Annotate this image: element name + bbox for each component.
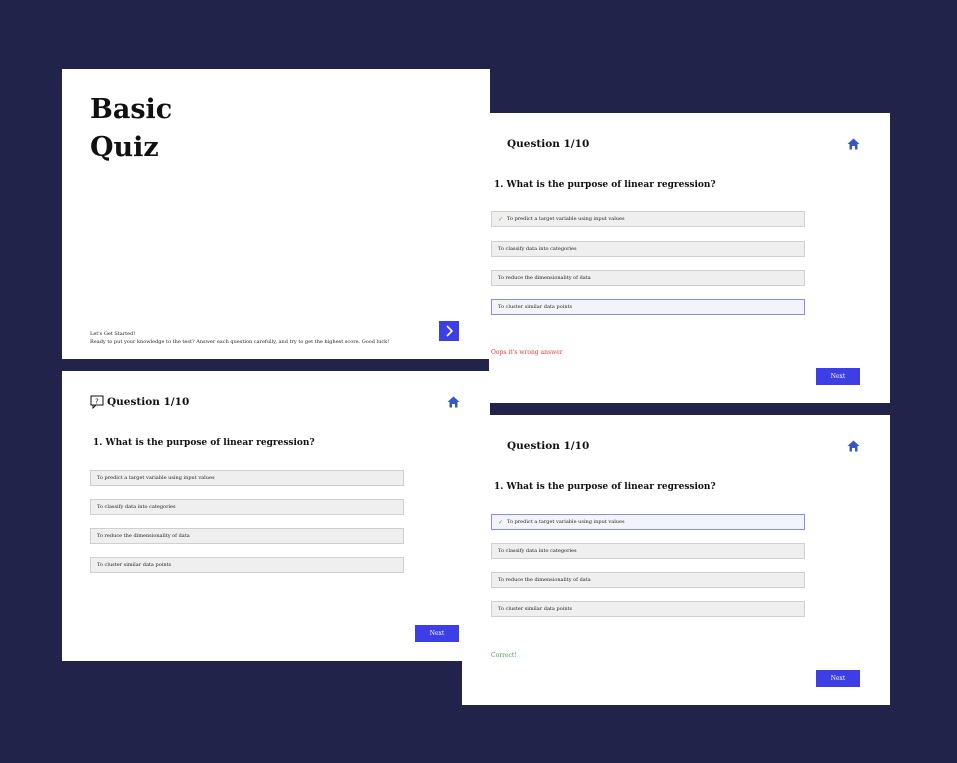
svg-text:?: ? [95,398,99,406]
question-text: 1. What is the purpose of linear regress… [494,482,716,492]
home-icon[interactable] [447,396,460,408]
title-line-2: Quiz [90,132,159,163]
intro-card: Basic Quiz Let's Get Started! Ready to p… [62,69,490,359]
answer-option[interactable]: ✓ To predict a target variable using inp… [491,211,805,227]
check-icon: ✓ [498,518,504,526]
next-button[interactable]: Next [816,368,860,385]
answer-option[interactable]: To classify data into categories [491,241,805,257]
start-button[interactable] [439,321,459,341]
wrong-feedback: Oops it's wrong answer [491,349,563,356]
intro-description: Ready to put your knowledge to the test?… [90,339,390,345]
question-card-unanswered: ? Question 1/10 1. What is the purpose o… [62,371,490,661]
intro-text: Let's Get Started! Ready to put your kno… [90,330,389,346]
question-label: Question 1/10 [507,138,590,150]
intro-subtitle: Let's Get Started! [90,331,136,337]
question-card-correct: Question 1/10 1. What is the purpose of … [462,415,890,705]
title-line-1: Basic [90,94,173,125]
option-label: To reduce the dimensionality of data [498,275,591,281]
next-button[interactable]: Next [816,670,860,687]
option-label: To classify data into categories [97,504,176,510]
answer-option[interactable]: To cluster similar data points [491,601,805,617]
option-label: To reduce the dimensionality of data [498,577,591,583]
answer-option-selected[interactable]: ✓ To predict a target variable using inp… [491,514,805,530]
option-label: To cluster similar data points [498,606,573,612]
answer-option[interactable]: To reduce the dimensionality of data [90,528,404,544]
chat-question-icon: ? [90,395,104,409]
question-text: 1. What is the purpose of linear regress… [494,180,716,190]
option-label: To reduce the dimensionality of data [97,533,190,539]
check-icon: ✓ [498,215,504,223]
next-button[interactable]: Next [415,625,459,642]
home-icon[interactable] [847,440,860,452]
question-card-wrong: Question 1/10 1. What is the purpose of … [489,113,890,403]
answer-option[interactable]: To cluster similar data points [90,557,404,573]
answer-option[interactable]: To classify data into categories [491,543,805,559]
answer-option[interactable]: To reduce the dimensionality of data [491,270,805,286]
answer-option[interactable]: To classify data into categories [90,499,404,515]
question-label: Question 1/10 [107,396,190,408]
option-label: To predict a target variable using input… [507,519,625,525]
quiz-title: Basic Quiz [90,91,172,167]
option-label: To predict a target variable using input… [97,475,215,481]
option-label: To cluster similar data points [498,304,573,310]
option-label: To classify data into categories [498,548,577,554]
correct-feedback: Correct! [491,652,517,659]
chevron-right-icon [446,325,454,337]
answer-option-selected[interactable]: To cluster similar data points [491,299,805,315]
option-label: To classify data into categories [498,246,577,252]
answer-option[interactable]: To reduce the dimensionality of data [491,572,805,588]
option-label: To predict a target variable using input… [507,216,625,222]
question-text: 1. What is the purpose of linear regress… [93,438,315,448]
home-icon[interactable] [847,138,860,150]
answer-option[interactable]: To predict a target variable using input… [90,470,404,486]
question-label: Question 1/10 [507,440,590,452]
option-label: To cluster similar data points [97,562,172,568]
